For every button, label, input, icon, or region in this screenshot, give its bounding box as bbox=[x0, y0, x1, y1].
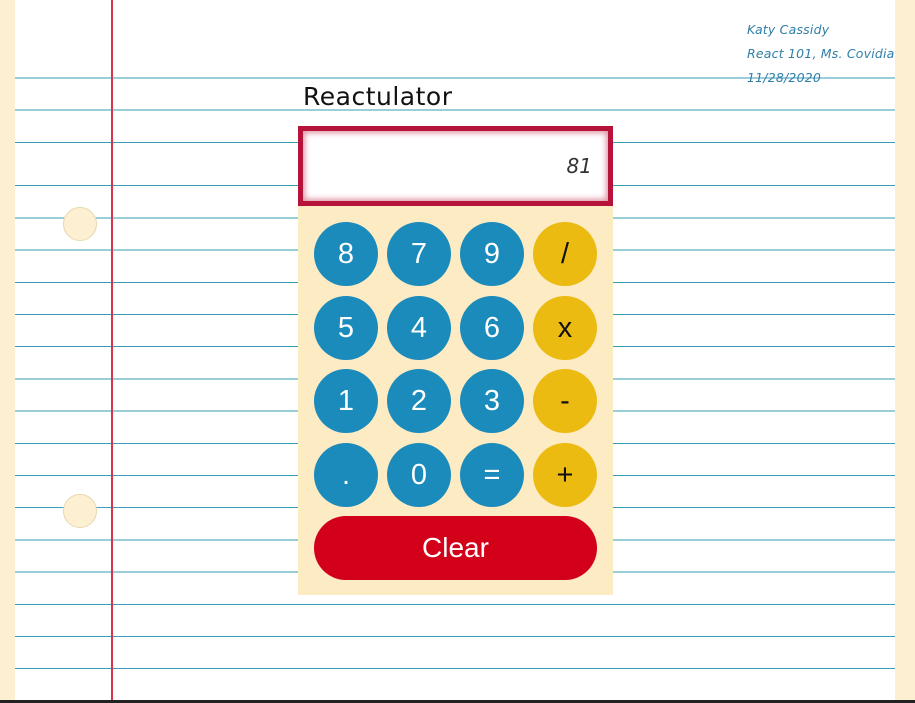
student-name: Katy Cassidy bbox=[747, 22, 830, 37]
punch-hole-top bbox=[63, 207, 97, 241]
key-6[interactable]: 6 bbox=[460, 296, 524, 360]
key-divide[interactable]: / bbox=[533, 222, 597, 286]
punch-hole-bottom bbox=[63, 494, 97, 528]
display-value: 81 bbox=[566, 154, 592, 178]
key-equals[interactable]: = bbox=[460, 443, 524, 507]
key-4[interactable]: 4 bbox=[387, 296, 451, 360]
key-1[interactable]: 1 bbox=[314, 369, 378, 433]
app-title: Reactulator bbox=[303, 82, 453, 111]
key-7[interactable]: 7 bbox=[387, 222, 451, 286]
key-8[interactable]: 8 bbox=[314, 222, 378, 286]
key-9[interactable]: 9 bbox=[460, 222, 524, 286]
student-info: Katy Cassidy React 101, Ms. Covidia 11/2… bbox=[747, 18, 895, 90]
key-3[interactable]: 3 bbox=[460, 369, 524, 433]
key-subtract[interactable]: - bbox=[533, 369, 597, 433]
key-5[interactable]: 5 bbox=[314, 296, 378, 360]
course-name: React 101, Ms. Covidia bbox=[747, 46, 895, 61]
key-0[interactable]: 0 bbox=[387, 443, 451, 507]
key-add[interactable]: + bbox=[533, 443, 597, 507]
margin-line bbox=[111, 0, 113, 700]
key-decimal[interactable]: . bbox=[314, 443, 378, 507]
calculator: 81 8 7 9 / 5 4 6 x 1 2 3 - . 0 = + Clear bbox=[298, 126, 613, 595]
date: 11/28/2020 bbox=[747, 70, 822, 85]
key-multiply[interactable]: x bbox=[533, 296, 597, 360]
key-2[interactable]: 2 bbox=[387, 369, 451, 433]
clear-button[interactable]: Clear bbox=[314, 516, 597, 580]
calculator-display: 81 bbox=[298, 126, 613, 206]
